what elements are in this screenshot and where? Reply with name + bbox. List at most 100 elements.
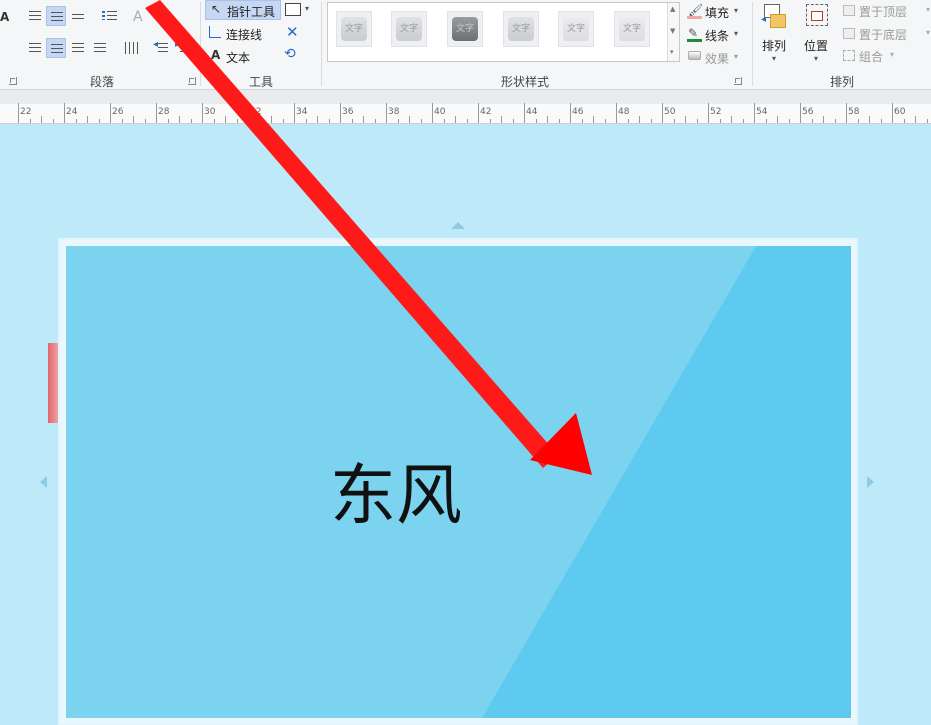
style-swatch-3[interactable]: 文字: [447, 11, 483, 47]
ruler-minor-tick: [225, 116, 226, 123]
gallery-more-icon[interactable]: ▾: [670, 48, 674, 56]
ruler-minor-tick: [535, 119, 537, 123]
ruler-major-tick: [248, 103, 249, 123]
paragraph-dialog-launcher-2[interactable]: [188, 77, 196, 85]
justify-button[interactable]: [90, 38, 110, 58]
arrange-button[interactable]: ◂ 排列 ▾: [758, 2, 792, 66]
connection-point-icon[interactable]: ⟲: [284, 46, 296, 62]
ruler-major-tick: [478, 103, 479, 123]
ruler-minor-tick: [489, 119, 491, 123]
ruler-major-tick: [340, 103, 341, 123]
group-button[interactable]: 组合 ▾: [842, 47, 922, 65]
line-color-bar: [687, 39, 702, 42]
connector-button[interactable]: 连接线: [205, 23, 281, 43]
ruler-minor-tick: [903, 119, 905, 123]
ruler-minor-tick: [271, 116, 272, 123]
ruler-minor-tick: [87, 116, 88, 123]
ruler-minor-tick: [558, 119, 560, 123]
ruler-minor-tick: [834, 119, 836, 123]
ruler-major-tick: [846, 103, 847, 123]
align-left-button[interactable]: [25, 38, 45, 58]
line-dropdown-icon: ▾: [734, 29, 739, 38]
position-button[interactable]: 位置 ▾: [800, 2, 834, 66]
shape-styles-group-label: 形状样式: [500, 75, 549, 89]
text-direction-button[interactable]: [122, 38, 142, 58]
style-swatch-6[interactable]: 文字: [614, 11, 650, 47]
paragraph-dialog-launcher[interactable]: [9, 77, 17, 85]
ruler-minor-tick: [731, 116, 732, 123]
style-swatch-4[interactable]: 文字: [503, 11, 539, 47]
position-label: 位置: [804, 39, 829, 53]
align-top-button[interactable]: [25, 6, 45, 26]
ruler-major-tick: [110, 103, 111, 123]
connector-label: 连接线: [226, 28, 263, 42]
text-effect-icon[interactable]: A: [133, 9, 143, 25]
ruler-minor-tick: [282, 119, 284, 123]
ruler-minor-tick: [29, 119, 31, 123]
resize-handle-top[interactable]: [451, 222, 465, 229]
group-label: 组合: [859, 50, 884, 64]
ruler-minor-tick: [144, 119, 146, 123]
close-icon[interactable]: ✕: [286, 23, 299, 41]
align-middle-button[interactable]: [46, 6, 66, 26]
send-to-back-button[interactable]: 置于底层 ▾: [842, 25, 931, 43]
ruler-label: 32: [250, 107, 262, 117]
gallery-scrollbar[interactable]: ▲ ▼ ▾: [667, 3, 679, 61]
scroll-up-icon[interactable]: ▲: [670, 5, 675, 13]
arrange-label: 排列: [762, 39, 787, 53]
ruler-minor-tick: [75, 119, 77, 123]
shape-text[interactable]: 东风: [66, 442, 726, 538]
align-right-button[interactable]: [68, 38, 88, 58]
ruler-minor-tick: [466, 119, 468, 123]
ruler-major-tick: [294, 103, 295, 123]
style-swatch-2[interactable]: 文字: [391, 11, 427, 47]
pointer-tool-button[interactable]: ↖ 指针工具: [205, 0, 281, 20]
ruler-minor-tick: [742, 119, 744, 123]
ruler-major-tick: [202, 103, 203, 123]
line-pen-icon: ✎: [688, 26, 699, 40]
rectangle-tool-button[interactable]: [285, 3, 301, 16]
scroll-down-icon[interactable]: ▼: [670, 27, 675, 35]
bring-to-front-button[interactable]: 置于顶层 ▾: [842, 2, 931, 20]
align-center-button[interactable]: [46, 38, 66, 58]
ruler-minor-tick: [52, 119, 54, 123]
ruler-minor-tick: [167, 119, 169, 123]
ruler-minor-tick: [443, 119, 445, 123]
ruler-major-tick: [386, 103, 387, 123]
ruler-label: 34: [296, 107, 308, 117]
ruler-minor-tick: [133, 116, 134, 123]
shape-style-gallery[interactable]: 文字 文字 文字 文字 文字 文字 ▲ ▼ ▾: [327, 2, 680, 62]
rectangle-shape[interactable]: 东风: [66, 246, 851, 718]
separator: [321, 2, 322, 86]
decrease-indent-button[interactable]: ◂: [152, 38, 172, 58]
ruler-major-tick: [156, 103, 157, 123]
text-tool-icon: A: [211, 48, 221, 62]
style-swatch-1[interactable]: 文字: [336, 11, 372, 47]
ruler-minor-tick: [915, 116, 916, 123]
ruler-minor-tick: [719, 119, 721, 123]
ruler-label: 26: [112, 107, 124, 117]
ruler-major-tick: [64, 103, 65, 123]
increase-indent-button[interactable]: ▸: [174, 38, 194, 58]
align-bottom-button[interactable]: [68, 6, 88, 26]
shape-styles-dialog-launcher[interactable]: [734, 77, 742, 85]
pointer-tool-label: 指针工具: [227, 5, 276, 19]
ruler-label: 30: [204, 107, 216, 117]
resize-handle-right[interactable]: [867, 476, 874, 488]
rectangle-dropdown-icon[interactable]: ▾: [305, 4, 309, 13]
text-tool-label: 文本: [226, 51, 251, 65]
effect-button[interactable]: 效果 ▾: [686, 48, 744, 68]
bullet-list-button[interactable]: [100, 6, 120, 26]
horizontal-ruler[interactable]: 22 24 26 28 30 32 34 36 38 40 42 44 46 48 50 52 54 56 58 60: [0, 103, 931, 124]
fill-bucket-icon: 🖌: [688, 3, 704, 17]
fill-button[interactable]: 🖌 填充 ▾: [686, 2, 744, 22]
font-size-icon[interactable]: A: [0, 10, 9, 24]
text-tool-button[interactable]: A 文本: [205, 46, 281, 66]
ruler-minor-tick: [351, 119, 353, 123]
line-button[interactable]: ✎ 线条 ▾: [686, 25, 744, 45]
ruler-minor-tick: [788, 119, 790, 123]
style-swatch-5[interactable]: 文字: [558, 11, 594, 47]
resize-handle-left[interactable]: [40, 476, 47, 488]
position-dropdown-icon: ▾: [814, 54, 819, 63]
ruler-label: 28: [158, 107, 170, 117]
